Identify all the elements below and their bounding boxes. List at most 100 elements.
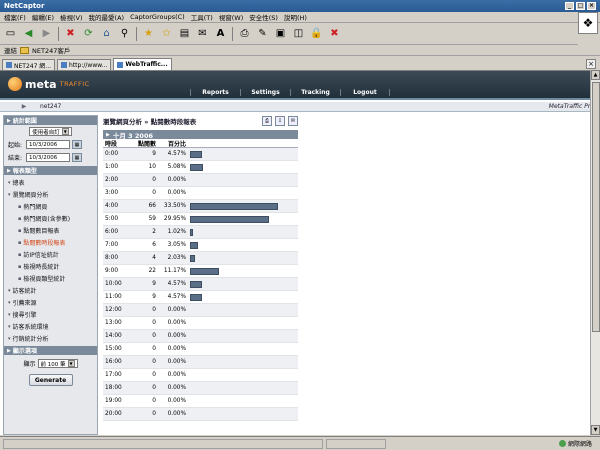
report-item[interactable]: ▾ 行銷統計分析 bbox=[4, 332, 97, 344]
bullet-icon: ▪ bbox=[18, 263, 22, 270]
time-cell: 2:00 bbox=[105, 177, 119, 183]
tab-http[interactable]: http://www... bbox=[57, 59, 112, 70]
percent-cell: 11.17% bbox=[163, 268, 186, 274]
table-row: 7:00 6 3.05% bbox=[103, 239, 298, 252]
edit-icon[interactable]: ✎ bbox=[255, 26, 270, 41]
app-logo: meta TRAFFIC bbox=[8, 77, 90, 91]
report-item[interactable]: ▪ 熱門網頁 bbox=[4, 200, 97, 212]
report-item[interactable]: ▾ 總表 bbox=[4, 176, 97, 188]
column-header-time: 時段 bbox=[105, 140, 118, 148]
mail-icon[interactable]: ✉ bbox=[195, 26, 210, 41]
add-favorite-icon[interactable]: ✩ bbox=[159, 26, 174, 41]
percent-cell: 0.00% bbox=[167, 177, 186, 183]
scroll-down-icon[interactable]: ▼ bbox=[591, 425, 600, 435]
hits-bar bbox=[190, 280, 202, 288]
table-row: 19:00 0 0.00% bbox=[103, 395, 298, 408]
menu-item[interactable]: 說明(H) bbox=[284, 12, 307, 22]
favorites-icon[interactable]: ★ bbox=[141, 26, 156, 41]
scroll-up-icon[interactable]: ▲ bbox=[591, 70, 600, 80]
report-item[interactable]: ▪ 檢視頁類型統計 bbox=[4, 272, 97, 284]
report-item[interactable]: ▪ 訪IP信址統計 bbox=[4, 248, 97, 260]
report-actions: ⎙ ⇩ ✉ bbox=[262, 116, 298, 126]
menu-item[interactable]: CaptorGroups(C) bbox=[130, 13, 185, 21]
start-date-input[interactable]: 10/3/2006 bbox=[26, 140, 70, 149]
close-tab-icon[interactable]: × bbox=[586, 58, 596, 69]
percent-cell: 0.00% bbox=[167, 372, 186, 378]
history-icon[interactable]: ▤ bbox=[177, 26, 192, 41]
print-report-icon[interactable]: ⎙ bbox=[262, 116, 272, 126]
report-item[interactable]: ▾ 訪客系統環境 bbox=[4, 320, 97, 332]
print-icon[interactable]: ⎙ bbox=[237, 26, 252, 41]
nav-tracking[interactable]: Tracking bbox=[290, 89, 340, 96]
report-item[interactable]: ▪ 熱門網頁(含參數) bbox=[4, 212, 97, 224]
scroll-thumb[interactable] bbox=[592, 82, 600, 332]
nav-logout[interactable]: Logout bbox=[340, 89, 390, 96]
percent-cell: 0.00% bbox=[167, 359, 186, 365]
lock-icon[interactable]: 🔒 bbox=[309, 26, 324, 41]
hits-cell: 59 bbox=[148, 216, 156, 222]
close-icon[interactable]: ✖ bbox=[327, 26, 342, 41]
back-icon[interactable]: ◀ bbox=[21, 26, 36, 41]
hits-cell: 0 bbox=[152, 411, 156, 417]
calendar-icon[interactable]: ▦ bbox=[72, 153, 82, 162]
new-icon[interactable]: ▭ bbox=[3, 26, 18, 41]
menu-item[interactable]: 視窗(W) bbox=[219, 12, 244, 22]
menu-item[interactable]: 檢視(V) bbox=[60, 12, 83, 22]
forward-icon[interactable]: ▶ bbox=[39, 26, 54, 41]
chevron-right-icon[interactable]: ▶ bbox=[20, 103, 28, 111]
percent-cell: 0.00% bbox=[167, 346, 186, 352]
report-item[interactable]: ▪ 點閱數時段報表 bbox=[4, 236, 97, 248]
menu-item[interactable]: 安全性(S) bbox=[249, 12, 278, 22]
generate-button[interactable]: Generate bbox=[28, 374, 73, 386]
minimize-icon[interactable]: _ bbox=[565, 2, 574, 10]
menu-item[interactable]: 我的最愛(A) bbox=[89, 12, 125, 22]
home-icon[interactable]: ⌂ bbox=[99, 26, 114, 41]
triangle-down-icon: ▾ bbox=[8, 191, 11, 198]
menu-item[interactable]: 檔案(F) bbox=[4, 12, 26, 22]
links-item[interactable]: NET247客戶 bbox=[32, 45, 70, 55]
main-nav: Reports Settings Tracking Logout bbox=[190, 89, 390, 96]
search-icon[interactable]: ⚲ bbox=[117, 26, 132, 41]
font-icon[interactable]: A bbox=[213, 26, 228, 41]
tab-label: http://www... bbox=[69, 61, 108, 69]
vertical-scrollbar[interactable]: ▲ ▼ bbox=[590, 70, 600, 435]
tab-webtraffic[interactable]: WebTraffic... bbox=[113, 58, 172, 70]
table-row: 16:00 0 0.00% bbox=[103, 356, 298, 369]
report-item[interactable]: ▾ 訪客統計 bbox=[4, 284, 97, 296]
report-label: 瀏覽網頁分析 bbox=[12, 192, 49, 199]
nav-reports[interactable]: Reports bbox=[190, 89, 240, 96]
close-window-icon[interactable]: × bbox=[587, 2, 596, 10]
refresh-icon[interactable]: ⟳ bbox=[81, 26, 96, 41]
tab-net247[interactable]: NET247 網... bbox=[2, 59, 56, 70]
report-item[interactable]: ▾ 引薦來源 bbox=[4, 296, 97, 308]
export-icon[interactable]: ⇩ bbox=[275, 116, 285, 126]
time-cell: 19:00 bbox=[105, 398, 122, 404]
report-label: 點閱數目報表 bbox=[23, 228, 60, 235]
report-item[interactable]: ▪ 點閱數目報表 bbox=[4, 224, 97, 236]
table-row: 8:00 4 2.03% bbox=[103, 252, 298, 265]
column-header-hits: 點閱數 bbox=[137, 140, 156, 148]
range-select[interactable]: 使用者自訂 ▼ bbox=[29, 127, 72, 136]
report-item[interactable]: ▾ 瀏覽網頁分析 bbox=[4, 188, 97, 200]
tile-icon[interactable]: ◫ bbox=[291, 26, 306, 41]
display-select[interactable]: 前 100 筆 ▼ bbox=[37, 359, 78, 368]
triangle-down-icon: ▾ bbox=[8, 299, 11, 306]
calendar-icon[interactable]: ▦ bbox=[72, 140, 82, 149]
window-icon[interactable]: ▣ bbox=[273, 26, 288, 41]
maximize-icon[interactable]: □ bbox=[576, 2, 585, 10]
menu-item[interactable]: 工具(T) bbox=[191, 12, 213, 22]
page-icon bbox=[6, 62, 12, 68]
percent-cell: 0.00% bbox=[167, 385, 186, 391]
menu-item[interactable]: 編輯(E) bbox=[32, 12, 54, 22]
report-label: 檢視頁類型統計 bbox=[23, 276, 66, 283]
windows-logo-icon: ❖ bbox=[578, 12, 598, 34]
stop-icon[interactable]: ✖ bbox=[63, 26, 78, 41]
email-report-icon[interactable]: ✉ bbox=[288, 116, 298, 126]
end-date-input[interactable]: 10/3/2006 bbox=[26, 153, 70, 162]
hits-cell: 0 bbox=[152, 372, 156, 378]
hits-cell: 10 bbox=[148, 164, 156, 170]
report-item[interactable]: ▪ 檢視時長統計 bbox=[4, 260, 97, 272]
nav-settings[interactable]: Settings bbox=[240, 89, 290, 96]
table-body: 0:00 9 4.57% 1:00 10 5.08% 2:00 0 0.00% 3:00 0 0.00… bbox=[103, 148, 298, 421]
report-item[interactable]: ▾ 搜尋引擎 bbox=[4, 308, 97, 320]
